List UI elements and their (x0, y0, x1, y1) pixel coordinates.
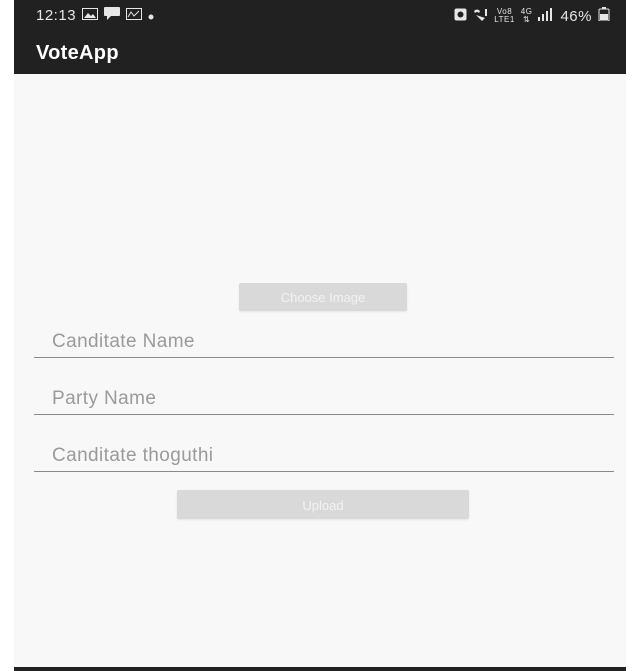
candidate-name-placeholder: Canditate Name (52, 331, 195, 352)
wifi-calling-icon (473, 8, 488, 25)
party-name-placeholder: Party Name (52, 388, 157, 409)
notification-icon (126, 7, 143, 24)
status-bar: 12:13 Vo8 LTE1 4G ⇅ 46% (14, 0, 626, 32)
battery-icon (598, 7, 610, 25)
app-screen: 12:13 Vo8 LTE1 4G ⇅ 46% VoteApp Choose I… (14, 0, 626, 671)
upload-button[interactable]: Upload (177, 490, 469, 519)
candidate-constituency-placeholder: Canditate thoguthi (52, 445, 214, 466)
volte-icon: Vo8 LTE1 (494, 8, 515, 24)
alarm-icon (454, 8, 467, 25)
choose-image-button[interactable]: Choose Image (239, 283, 407, 311)
app-bar: VoteApp (14, 32, 626, 74)
battery-percent: 46% (560, 7, 592, 25)
status-bar-right: Vo8 LTE1 4G ⇅ 46% (454, 7, 610, 25)
signal-icon (538, 7, 554, 25)
dot-icon (148, 8, 154, 24)
phone-frame: 12:13 Vo8 LTE1 4G ⇅ 46% VoteApp Choose I… (0, 0, 634, 671)
status-bar-left: 12:13 (36, 7, 154, 24)
navigation-bar (14, 667, 626, 671)
data-arrows-icon: 4G ⇅ (521, 8, 533, 24)
party-name-field[interactable]: Party Name (34, 380, 614, 415)
app-title: VoteApp (36, 42, 119, 64)
message-icon (104, 7, 121, 24)
candidate-constituency-field[interactable]: Canditate thoguthi (34, 437, 614, 472)
volte-bottom-label: LTE1 (494, 15, 515, 24)
image-icon (82, 7, 99, 24)
candidate-name-field[interactable]: Canditate Name (34, 323, 614, 358)
status-time: 12:13 (36, 7, 77, 24)
data-arrows-glyph: ⇅ (523, 15, 531, 24)
